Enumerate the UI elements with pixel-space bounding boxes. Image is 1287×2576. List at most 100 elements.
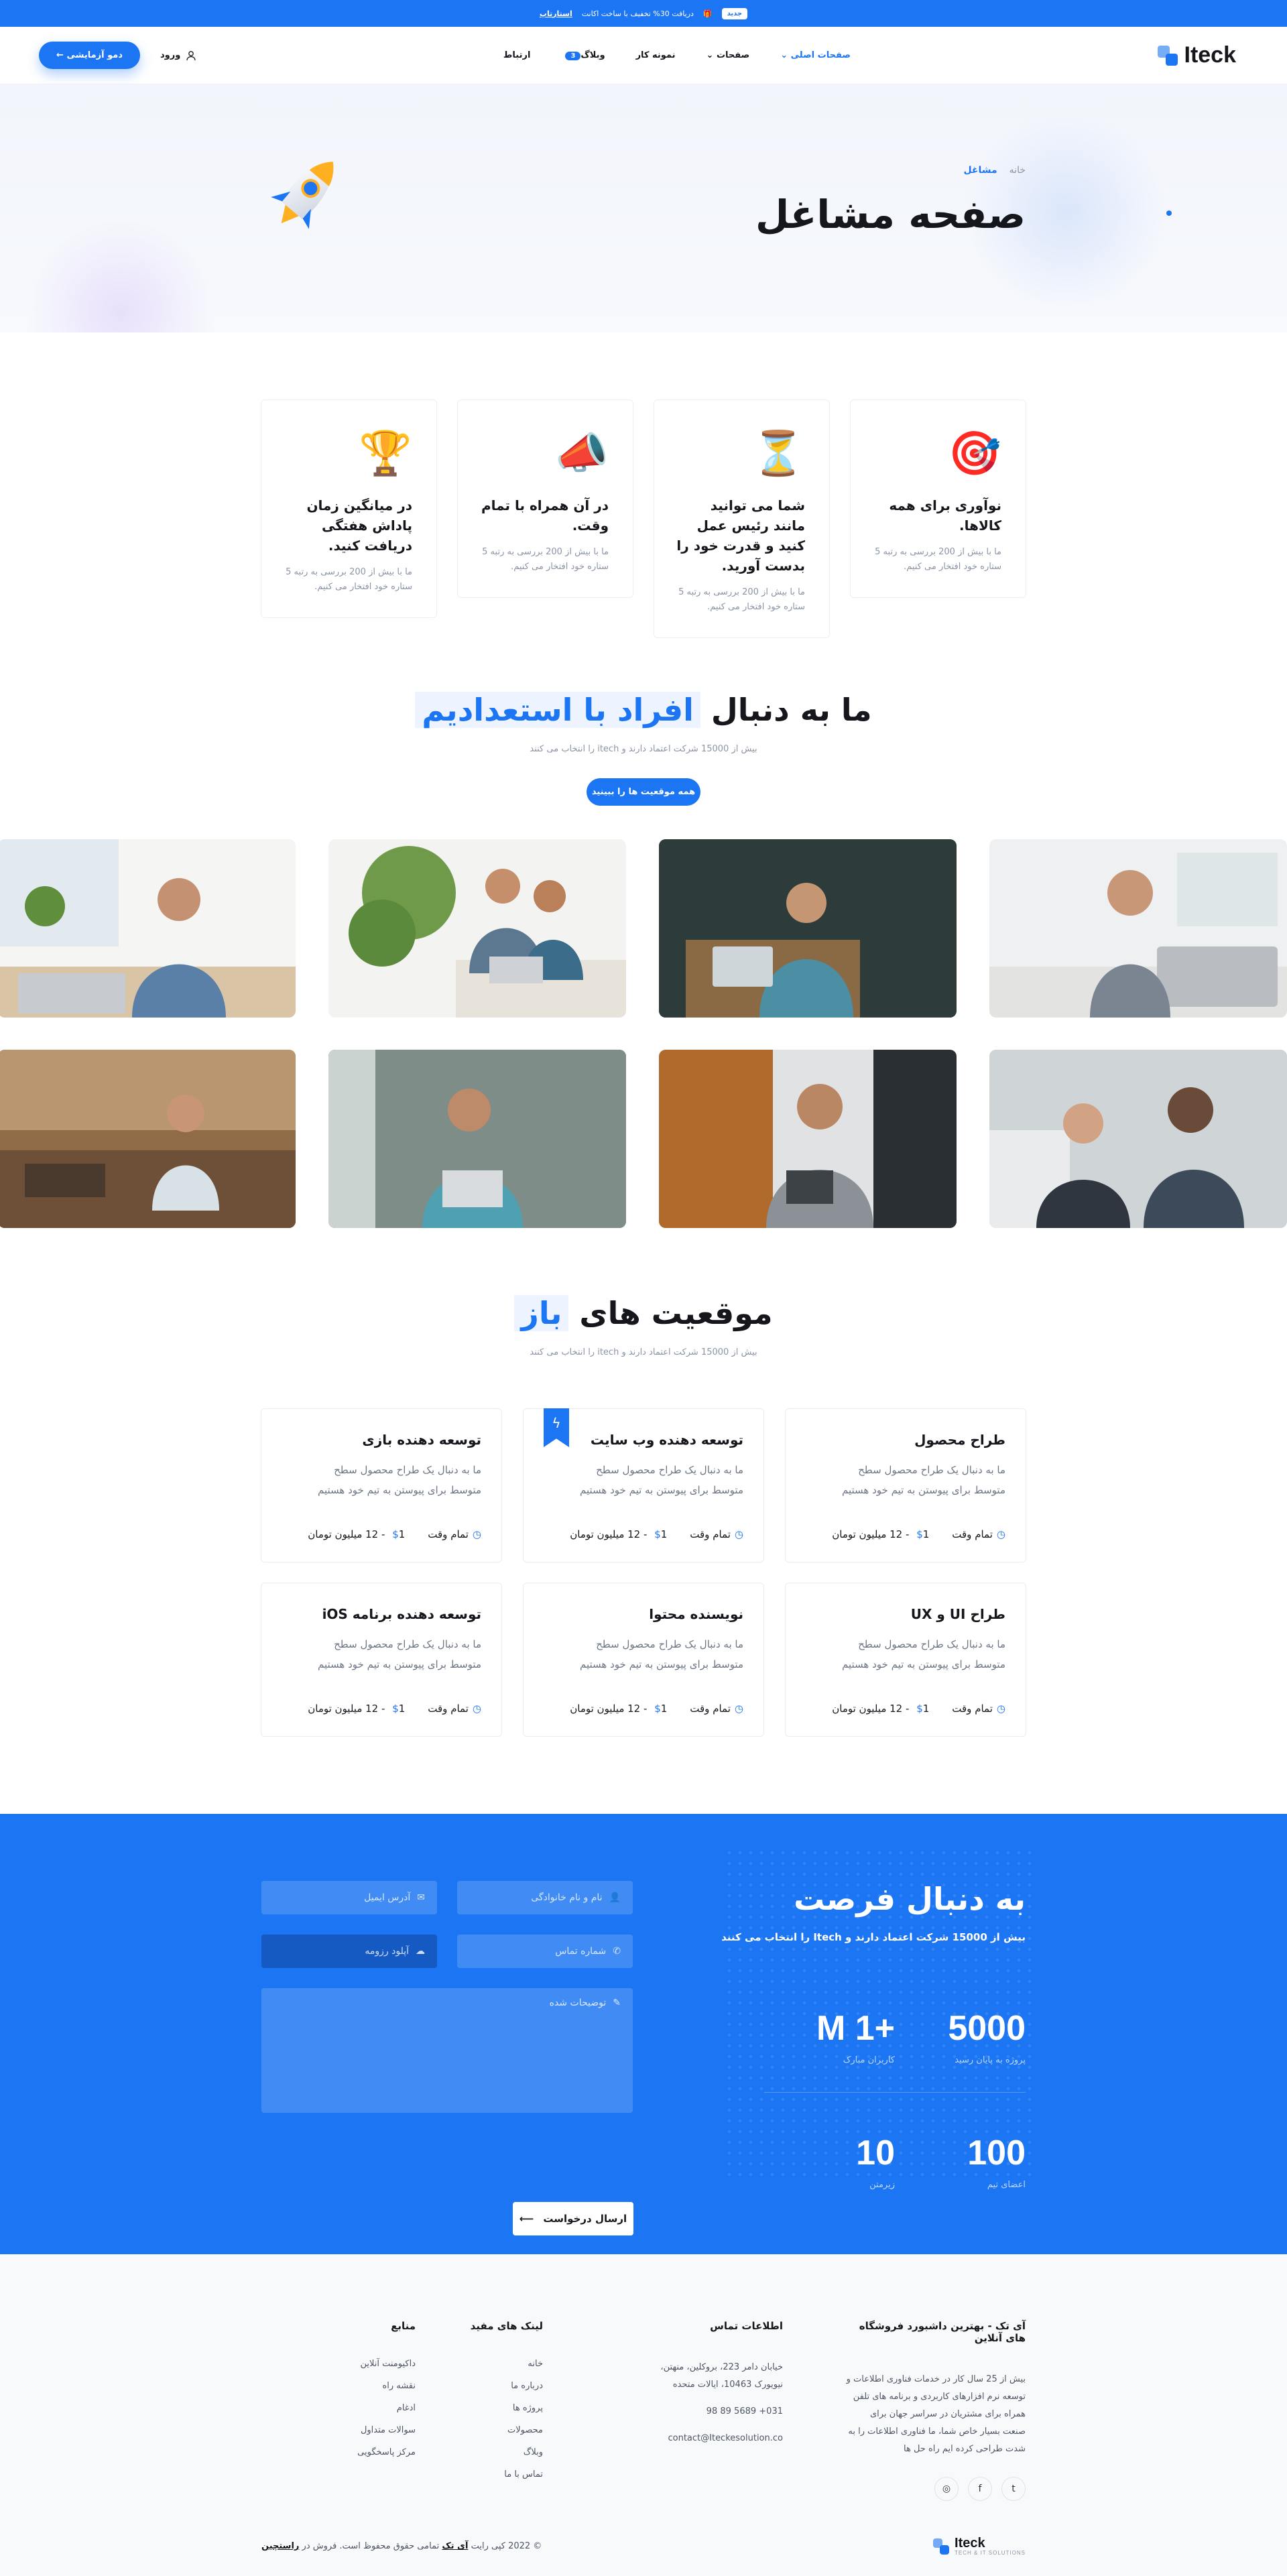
footer-link[interactable]: درباره ما [442,2381,543,2391]
footer-bottom: Iteck TECH & IT SOLUTIONS © 2022 کپی رایت… [261,2536,1026,2556]
footer-resource-link[interactable]: داکیومنت آنلاین [328,2359,416,2369]
team-subtitle: بیش از 15000 شرکت اعتماد دارند و itech ر… [530,744,757,754]
promo-link[interactable]: استارتاپ [540,9,572,18]
job-desc: ما به دنبال یک طراح محصول سطح متوسط برای… [580,1464,743,1496]
logo[interactable]: Iteck [1157,42,1236,68]
job-card[interactable]: توسعه دهنده برنامه iOS ما به دنبال یک طر… [261,1583,502,1737]
job-desc: ما به دنبال یک طراح محصول سطح متوسط برای… [842,1464,1005,1496]
dollar-icon: $ [392,1703,399,1715]
footer-links-title: لینک های مفید [470,2320,543,2332]
job-card[interactable]: نویسنده محتوا ما به دنبال یک طراح محصول … [523,1583,764,1737]
footer-resource-link[interactable]: سوالات متداول [328,2425,416,2435]
team-photo [659,839,957,1018]
clock-icon: ◷ [996,1528,1005,1540]
brand-link[interactable]: آی تک [442,2541,468,2551]
feature-title: در آن همراه با تمام وقت. [481,497,609,534]
stat: +M 1 کاربران مبارک [764,2008,895,2093]
market-link[interactable]: راستچین [261,2541,299,2551]
phone-field[interactable]: ✆ شماره تماس [457,1935,633,1968]
feature-card: 📣 در آن همراه با تمام وقت. ما با بیش از … [457,400,633,598]
footer-resource-link[interactable]: مرکز پاسخگویی [328,2447,416,2457]
job-card[interactable]: طراح UI و UX ما به دنبال یک طراح محصول س… [785,1583,1026,1737]
job-salary: $1 - 12 میلیون تومان [570,1703,668,1715]
resume-upload[interactable]: ☁ آپلود رزومه [261,1935,437,1968]
user-icon: 👤 [609,1892,621,1903]
footer-link[interactable]: خانه [442,2359,543,2369]
login-label: ورود [160,50,181,60]
chevron-down-icon: ⌄ [780,50,788,60]
login-link[interactable]: ورود [160,50,196,61]
footer-address: خیابان دامر 223، بروکلین، منهتن، نیویورک… [660,2362,783,2390]
job-card[interactable]: توسعه دهنده بازی ما به دنبال یک طراح محص… [261,1408,502,1562]
team-photo [328,1050,626,1228]
hourglass-icon: ⏳ [751,429,805,479]
team-photo [0,1050,296,1228]
arrow-left-icon: ← [56,50,64,60]
footer-link[interactable]: وبلاگ [442,2447,543,2457]
cloud-upload-icon: ☁ [416,1946,425,1957]
feature-text: ما با بیش از 200 بررسی به رتبه 5 ستاره خ… [678,587,805,612]
job-title: توسعه دهنده برنامه iOS [322,1606,481,1622]
footer-resources: منابع داکیومنت آنلاین نقشه راه ادغام سوا… [328,2320,416,2501]
nav-pages[interactable]: صفحات ⌄ [707,50,750,60]
feature-card: 🏆 در میانگین زمان پاداش هفتگی دریافت کنی… [261,400,437,618]
name-field[interactable]: 👤 نام و نام خانوادگی [457,1881,633,1914]
new-badge: جدید [721,7,748,19]
job-type: ◷تمام وقت [690,1528,743,1540]
main-nav: صفحات اصلی ⌄ صفحات ⌄ نمونه کار وبلاگ3 ار… [503,50,851,60]
footer-link[interactable]: پروژه ها [442,2403,543,2413]
message-field[interactable]: ✎ توضیحات شده [261,1988,633,2113]
footer-links: لینک های مفید خانه درباره ما پروژه ها مح… [442,2320,543,2501]
submit-button[interactable]: ارسال درخواست ⟵ [513,2202,633,2235]
stat: 5000 پروژه به پایان رسید [895,2008,1026,2093]
footer-resources-title: منابع [391,2320,416,2332]
arrow-left-icon: ⟵ [519,2213,534,2225]
megaphone-icon: 📣 [555,429,609,479]
feature-text: ما با بیش از 200 بررسی به رتبه 5 ستاره خ… [482,547,609,572]
instagram-icon[interactable]: ◎ [934,2477,959,2501]
copyright: © 2022 کپی رایت آی تک تمامی حقوق محفوظ ا… [261,2541,542,2551]
footer-resource-link[interactable]: نقشه راه [328,2381,416,2391]
job-card[interactable]: ϟ توسعه دهنده وب سایت ما به دنبال یک طرا… [523,1408,764,1562]
footer-link[interactable]: تماس با ما [442,2469,543,2479]
job-type: ◷تمام وقت [952,1703,1005,1715]
stats-grid: 5000 پروژه به پایان رسید +M 1 کاربران مبار… [764,2008,1026,2190]
footer-columns: آی تک - بهترین داشبورد فروشگاه های آنلای… [261,2320,1026,2501]
dollar-icon: $ [654,1528,661,1540]
facebook-icon[interactable]: f [968,2477,992,2501]
job-card[interactable]: طراح محصول ما به دنبال یک طراح محصول سطح… [785,1408,1026,1562]
team-photo [0,839,296,1018]
feature-title: نوآوری برای همه کالاها. [889,497,1001,534]
footer-email[interactable]: contact@Iteckesolution.co [649,2430,783,2447]
clock-icon: ◷ [734,1703,743,1715]
envelope-icon: ✉ [417,1892,425,1903]
positions-section: موقعیت های باز بیش از 15000 شرکت اعتماد … [0,1228,1287,1737]
page-title: صفحه مشاغل [755,192,1026,237]
email-field[interactable]: ✉ آدرس ایمیل [261,1881,437,1914]
nav-home[interactable]: صفحات اصلی ⌄ [780,50,851,60]
page-hero: خانه مشاغل صفحه مشاغل [0,84,1287,332]
footer-resource-link[interactable]: ادغام [328,2403,416,2413]
nav-contact[interactable]: ارتباط [503,50,531,60]
dollar-icon: $ [916,1703,923,1715]
user-icon [186,50,196,60]
footer-link[interactable]: محصولات [442,2425,543,2435]
nav-portfolio[interactable]: نمونه کار [636,50,676,60]
features-row: 🎯 نوآوری برای همه کالاها. ما با بیش از 2… [0,332,1287,638]
trophy-icon: 🏆 [359,429,412,479]
breadcrumb-current: مشاغل [963,165,997,176]
demo-button[interactable]: ← دمو آزمایشی [39,42,140,69]
dollar-icon: $ [654,1703,661,1715]
footer-logo[interactable]: Iteck TECH & IT SOLUTIONS [933,2536,1026,2556]
nav-blog[interactable]: وبلاگ3 [561,50,605,60]
rocket-icon [271,162,334,229]
clock-icon: ◷ [734,1528,743,1540]
breadcrumb-home[interactable]: خانه [1009,165,1026,176]
job-title: توسعه دهنده وب سایت [590,1432,743,1448]
all-positions-button[interactable]: همه موقعیت ها را ببینید [587,778,700,806]
team-photo [328,839,626,1018]
chevron-down-icon: ⌄ [706,50,714,60]
stat: 100 اعضای تیم [967,2134,1026,2190]
dollar-icon: $ [392,1528,399,1540]
twitter-icon[interactable]: t [1001,2477,1026,2501]
